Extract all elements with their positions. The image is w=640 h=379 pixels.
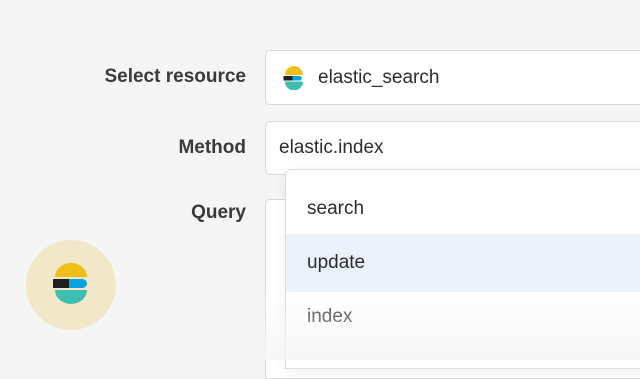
dropdown-option-index[interactable]: index (286, 292, 640, 342)
method-dropdown-menu: search update index (285, 169, 640, 369)
elastic-badge (26, 240, 116, 330)
method-label: Method (178, 137, 246, 158)
query-label: Query (191, 202, 246, 223)
resource-label: Select resource (104, 66, 246, 87)
dropdown-option-search[interactable]: search (286, 184, 640, 234)
elastic-logo-icon (53, 263, 87, 304)
method-select[interactable]: elastic.index (265, 121, 640, 175)
resource-value: elastic_search (318, 66, 440, 88)
dropdown-option-update[interactable]: update (286, 234, 640, 292)
resource-select[interactable]: elastic_search (265, 50, 640, 105)
elastic-logo-icon (283, 65, 303, 90)
method-value: elastic.index (279, 137, 384, 158)
